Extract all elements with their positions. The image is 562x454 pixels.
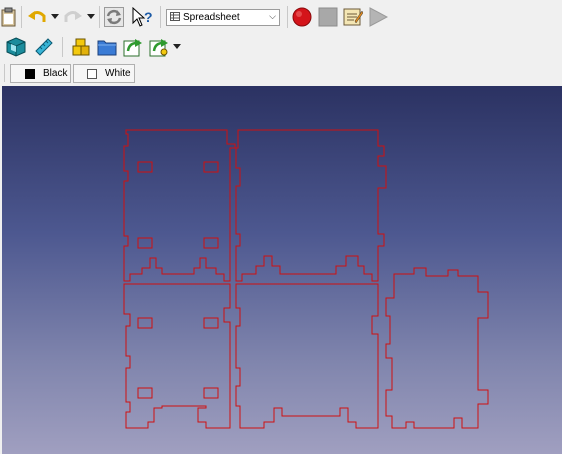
undo-icon[interactable] xyxy=(26,7,48,27)
black-color-button[interactable]: Black xyxy=(10,64,71,83)
undo-dropdown-chevron-down-icon[interactable] xyxy=(50,12,59,22)
link-actions-icon[interactable] xyxy=(148,36,170,58)
redo-icon[interactable] xyxy=(62,7,84,27)
refresh-icon[interactable] xyxy=(103,6,125,28)
white-color-label: White xyxy=(105,68,131,79)
macro-stop-icon[interactable] xyxy=(317,7,339,27)
main-toolbar: ? Spreadsheet ⌵ xyxy=(0,0,562,34)
view-isometric-cube-icon[interactable] xyxy=(4,36,28,58)
view-toolbar xyxy=(0,34,562,60)
whats-this-help-icon[interactable]: ? xyxy=(130,6,154,28)
panel-outline-bottom-left xyxy=(123,283,231,429)
workbench-selector[interactable]: Spreadsheet ⌵ xyxy=(166,9,280,26)
macro-play-icon[interactable] xyxy=(367,7,389,27)
black-color-label: Black xyxy=(43,68,68,79)
link-actions-dropdown-chevron-down-icon[interactable] xyxy=(172,42,181,52)
white-color-button[interactable]: White xyxy=(73,64,135,83)
svg-text:?: ? xyxy=(144,9,153,25)
panel-outline-drawing xyxy=(123,129,489,429)
panel-outline-top-right xyxy=(235,129,387,282)
group-folder-icon[interactable] xyxy=(96,37,118,57)
part-boxes-icon[interactable] xyxy=(70,36,92,58)
panel-outline-top-left xyxy=(123,129,236,282)
chevron-down-icon: ⌵ xyxy=(269,11,276,21)
clipboard-paste-icon[interactable] xyxy=(0,6,18,28)
macro-edit-icon[interactable] xyxy=(342,6,364,28)
macro-record-icon[interactable] xyxy=(291,7,313,27)
panel-outline-right xyxy=(385,267,489,429)
redo-dropdown-chevron-down-icon[interactable] xyxy=(86,12,95,22)
workbench-selector-value: Spreadsheet xyxy=(183,12,240,23)
3d-viewport[interactable] xyxy=(2,86,562,454)
white-swatch-icon xyxy=(87,68,97,79)
spreadsheet-icon xyxy=(170,11,180,24)
create-link-icon[interactable] xyxy=(122,36,144,58)
black-swatch-icon xyxy=(25,68,35,79)
panel-outline-bottom-middle xyxy=(235,283,379,429)
measure-ruler-icon[interactable] xyxy=(33,36,55,58)
